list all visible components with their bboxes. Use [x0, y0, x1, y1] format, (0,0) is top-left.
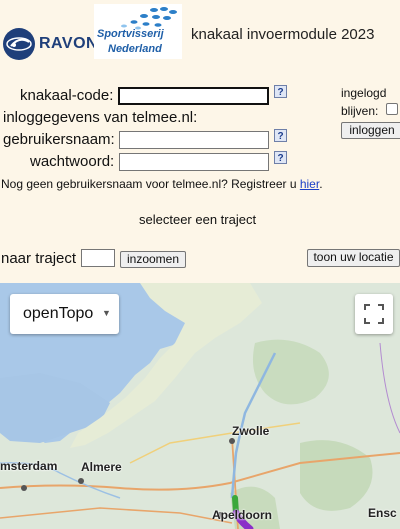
stay-logged-label-1: ingelogd	[341, 86, 387, 100]
password-help-icon[interactable]: ?	[274, 151, 287, 164]
city-label-zwolle: Zwolle	[232, 424, 270, 438]
map-view[interactable]: Zwolle msterdam Almere Apeldoorn Ensc op…	[0, 283, 400, 529]
register-prompt: Nog geen gebruikersnaam voor telmee.nl? …	[1, 177, 297, 191]
city-label-apeldoorn: Apeldoorn	[212, 508, 272, 522]
password-input[interactable]	[119, 153, 269, 171]
stay-logged-checkbox[interactable]	[386, 103, 398, 115]
sportvisserij-logo: Sportvisserij Nederland	[94, 4, 182, 59]
fullscreen-button[interactable]	[355, 294, 393, 334]
sv-logo-line2: Nederland	[108, 43, 162, 55]
traject-number-input[interactable]	[81, 249, 115, 267]
login-button[interactable]: inloggen	[341, 122, 400, 139]
city-label-amsterdam: msterdam	[0, 459, 58, 473]
knakaal-code-input[interactable]	[118, 87, 269, 105]
chevron-down-icon: ▼	[102, 308, 111, 318]
register-text: Nog geen gebruikersnaam voor telmee.nl? …	[1, 177, 323, 191]
zoom-button[interactable]: inzoomen	[120, 251, 186, 268]
ravon-globe-icon	[3, 28, 35, 60]
username-help-icon[interactable]: ?	[274, 129, 287, 142]
naar-traject-label: naar traject	[1, 250, 77, 267]
map-layer-select[interactable]: openTopo ▼	[10, 294, 119, 334]
show-location-button[interactable]: toon uw locatie	[307, 249, 400, 267]
page-title: knakaal invoermodule 2023	[191, 26, 375, 43]
register-link[interactable]: hier	[300, 177, 319, 191]
map-layer-label: openTopo	[23, 305, 94, 322]
knakaal-code-label: knakaal-code:	[20, 87, 114, 104]
sv-logo-line1: Sportvisserij	[97, 28, 164, 40]
fullscreen-icon	[364, 304, 384, 324]
register-end: .	[319, 177, 323, 191]
fish-school-icon	[121, 7, 177, 30]
city-label-enschede: Ensc	[368, 506, 397, 520]
ravon-logo: RAVON	[3, 28, 99, 60]
ravon-logo-text: RAVON	[39, 35, 99, 52]
username-label: gebruikersnaam:	[3, 131, 115, 148]
login-heading: inloggegevens van telmee.nl:	[3, 109, 198, 126]
select-traject-text: selecteer een traject	[139, 212, 257, 227]
stay-logged-label-2: blijven:	[341, 104, 379, 118]
username-input[interactable]	[119, 131, 269, 149]
password-label: wachtwoord:	[30, 153, 115, 170]
knakaal-help-icon[interactable]: ?	[274, 85, 287, 98]
city-label-almere: Almere	[81, 460, 122, 474]
